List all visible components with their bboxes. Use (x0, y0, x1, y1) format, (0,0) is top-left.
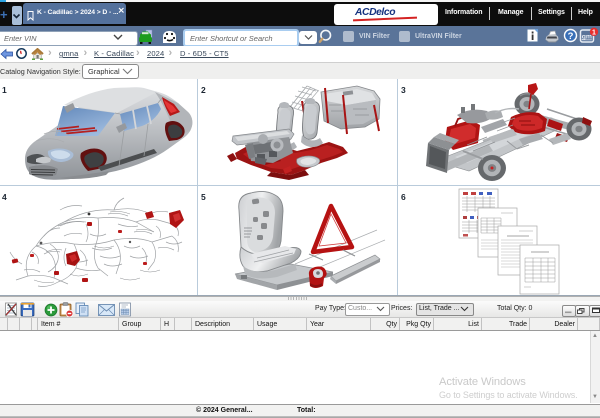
svg-text:1: 1 (592, 29, 596, 36)
svg-text:?: ? (568, 31, 574, 42)
svg-text:gm: gm (582, 34, 592, 41)
